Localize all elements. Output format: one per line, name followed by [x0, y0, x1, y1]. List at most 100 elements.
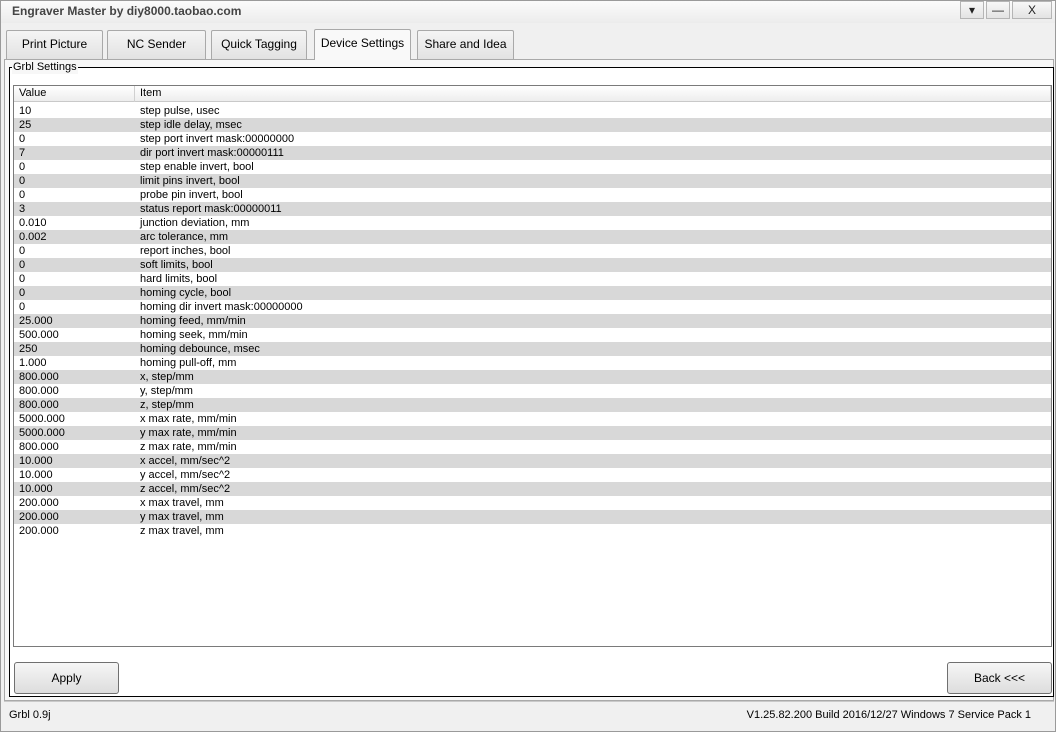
row-item: step port invert mask:00000000: [140, 133, 295, 145]
tab-nc-sender[interactable]: NC Sender: [107, 30, 206, 59]
row-value: 10.000: [19, 483, 53, 495]
column-header-item[interactable]: Item: [135, 86, 1051, 102]
row-value: 0: [19, 259, 26, 271]
row-value: 1.000: [19, 357, 47, 369]
row-value: 0: [19, 287, 26, 299]
table-row[interactable]: 0 homing dir invert mask:00000000: [14, 300, 1051, 314]
table-row[interactable]: 0 step port invert mask:00000000: [14, 132, 1051, 146]
row-item: homing pull-off, mm: [140, 357, 237, 369]
grbl-version: Grbl 0.9j: [9, 709, 51, 721]
row-value: 250: [19, 343, 38, 355]
row-item: z max travel, mm: [140, 525, 224, 537]
row-value: 10.000: [19, 455, 53, 467]
window-title: Engraver Master by diy8000.taobao.com: [12, 4, 242, 18]
column-header-value[interactable]: Value: [14, 86, 135, 102]
tab-quick-tagging[interactable]: Quick Tagging: [211, 30, 307, 59]
row-item: step enable invert, bool: [140, 161, 254, 173]
row-item: hard limits, bool: [140, 273, 218, 285]
group-label: Grbl Settings: [12, 61, 78, 74]
close-icon[interactable]: X: [1012, 1, 1052, 19]
row-item: homing cycle, bool: [140, 287, 232, 299]
row-value: 0: [19, 301, 26, 313]
row-item: arc tolerance, mm: [140, 231, 229, 243]
row-value: 0: [19, 161, 26, 173]
row-item: status report mask:00000011: [140, 203, 282, 215]
row-value: 0.002: [19, 231, 47, 243]
table-row[interactable]: 250 homing debounce, msec: [14, 342, 1051, 356]
table-row[interactable]: 0 soft limits, bool: [14, 258, 1051, 272]
table-row[interactable]: 0 step enable invert, bool: [14, 160, 1051, 174]
row-value: 0: [19, 273, 26, 285]
list-header: Value Item: [14, 86, 1051, 102]
row-item: z, step/mm: [140, 399, 194, 411]
tab-print-picture[interactable]: Print Picture: [6, 30, 103, 59]
app-window: Engraver Master by diy8000.taobao.com ▾ …: [0, 0, 1056, 732]
table-row[interactable]: 25.000 homing feed, mm/min: [14, 314, 1051, 328]
table-row[interactable]: 0 hard limits, bool: [14, 272, 1051, 286]
status-bar: Grbl 0.9j V1.25.82.200 Build 2016/12/27 …: [4, 701, 1054, 729]
table-row[interactable]: 500.000 homing seek, mm/min: [14, 328, 1051, 342]
build-info: V1.25.82.200 Build 2016/12/27 Windows 7 …: [746, 709, 1031, 721]
table-row[interactable]: 10.000 z accel, mm/sec^2: [14, 482, 1051, 496]
row-item: report inches, bool: [140, 245, 231, 257]
tab-share-and-idea[interactable]: Share and Idea: [417, 30, 514, 59]
row-value: 0.010: [19, 217, 47, 229]
table-row[interactable]: 25 step idle delay, msec: [14, 118, 1051, 132]
row-value: 5000.000: [19, 427, 65, 439]
row-item: dir port invert mask:00000111: [140, 147, 284, 159]
table-row[interactable]: 5000.000 x max rate, mm/min: [14, 412, 1051, 426]
row-item: y accel, mm/sec^2: [140, 469, 231, 481]
table-row[interactable]: 200.000 x max travel, mm: [14, 496, 1051, 510]
row-value: 0: [19, 245, 26, 257]
table-row[interactable]: 1.000 homing pull-off, mm: [14, 356, 1051, 370]
table-row[interactable]: 10 step pulse, usec: [14, 104, 1051, 118]
row-item: step pulse, usec: [140, 105, 220, 117]
tab-device-settings[interactable]: Device Settings: [314, 29, 411, 60]
table-row[interactable]: 0.002 arc tolerance, mm: [14, 230, 1051, 244]
row-value: 0: [19, 175, 26, 187]
row-value: 10.000: [19, 469, 53, 481]
table-row[interactable]: 800.000 z, step/mm: [14, 398, 1051, 412]
table-row[interactable]: 0.010 junction deviation, mm: [14, 216, 1051, 230]
minimize-icon[interactable]: —: [986, 1, 1010, 19]
table-row[interactable]: 0 limit pins invert, bool: [14, 174, 1051, 188]
row-value: 10: [19, 105, 32, 117]
row-value: 0: [19, 133, 26, 145]
back-button[interactable]: Back <<<: [947, 662, 1052, 694]
table-row[interactable]: 800.000 z max rate, mm/min: [14, 440, 1051, 454]
row-value: 800.000: [19, 371, 59, 383]
apply-button[interactable]: Apply: [14, 662, 119, 694]
row-item: homing seek, mm/min: [140, 329, 248, 341]
row-value: 25.000: [19, 315, 53, 327]
table-row[interactable]: 10.000 x accel, mm/sec^2: [14, 454, 1051, 468]
settings-list[interactable]: Value Item 10 step pulse, usec 25 step idle…: [13, 85, 1052, 647]
row-value: 500.000: [19, 329, 59, 341]
table-row[interactable]: 7 dir port invert mask:00000111: [14, 146, 1051, 160]
row-item: step idle delay, msec: [140, 119, 242, 131]
row-item: z accel, mm/sec^2: [140, 483, 231, 495]
row-item: x max travel, mm: [140, 497, 224, 509]
table-row[interactable]: 800.000 y, step/mm: [14, 384, 1051, 398]
row-value: 800.000: [19, 441, 59, 453]
list-rows: 10 step pulse, usec 25 step idle delay, mse…: [14, 104, 1051, 538]
row-item: soft limits, bool: [140, 259, 213, 271]
table-row[interactable]: 200.000 z max travel, mm: [14, 524, 1051, 538]
row-item: z max rate, mm/min: [140, 441, 237, 453]
table-row[interactable]: 10.000 y accel, mm/sec^2: [14, 468, 1051, 482]
row-value: 5000.000: [19, 413, 65, 425]
row-item: probe pin invert, bool: [140, 189, 243, 201]
table-row[interactable]: 0 homing cycle, bool: [14, 286, 1051, 300]
row-value: 200.000: [19, 525, 59, 537]
row-item: y max travel, mm: [140, 511, 224, 523]
table-row[interactable]: 800.000 x, step/mm: [14, 370, 1051, 384]
table-row[interactable]: 3 status report mask:00000011: [14, 202, 1051, 216]
table-row[interactable]: 0 report inches, bool: [14, 244, 1051, 258]
dropdown-icon[interactable]: ▾: [960, 1, 984, 19]
table-row[interactable]: 200.000 y max travel, mm: [14, 510, 1051, 524]
row-value: 25: [19, 119, 32, 131]
row-value: 7: [19, 147, 26, 159]
row-item: homing dir invert mask:00000000: [140, 301, 303, 313]
table-row[interactable]: 5000.000 y max rate, mm/min: [14, 426, 1051, 440]
row-item: x max rate, mm/min: [140, 413, 237, 425]
table-row[interactable]: 0 probe pin invert, bool: [14, 188, 1051, 202]
